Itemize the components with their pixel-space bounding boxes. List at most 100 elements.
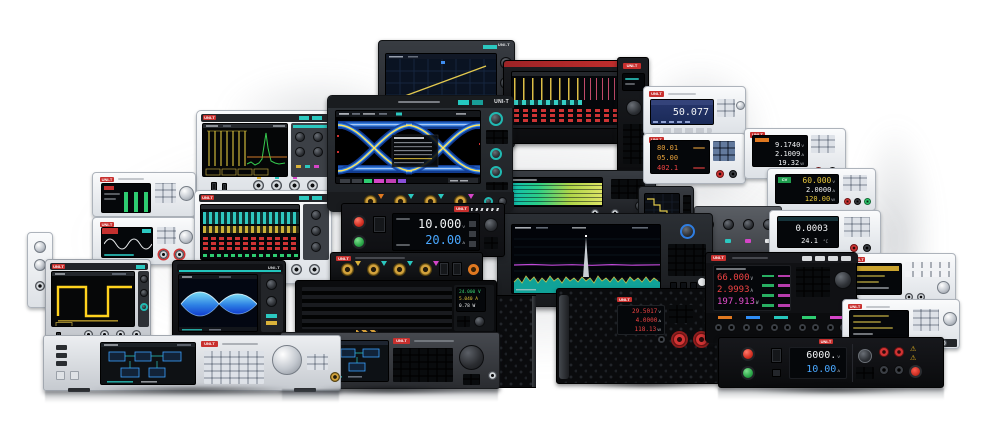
knob	[313, 132, 323, 142]
reading-3: 402.1	[657, 164, 678, 172]
channel-button-teal	[725, 239, 731, 243]
load-display: 24.000 V 5.040 A 0.78 W	[456, 287, 486, 312]
keypad	[669, 305, 693, 323]
channel-arrow-magenta	[468, 194, 474, 199]
brand-logo: UNI-T	[336, 256, 351, 261]
square-button	[56, 371, 65, 380]
button-grid	[623, 124, 645, 164]
terminal-red	[850, 244, 858, 252]
rf-output-bnc	[330, 372, 340, 382]
button-grid	[856, 367, 874, 379]
amps: 10.00	[806, 365, 836, 376]
menu-bar	[512, 72, 621, 76]
output-terminal-black	[854, 198, 861, 205]
main-knob	[179, 230, 193, 244]
top-bezel: UNI-T	[328, 96, 514, 108]
output-jack	[826, 323, 835, 332]
psu-display: 66.000V 2.9993A 197.913W	[713, 265, 791, 311]
instrument-psu-cv: CV 60.000V 2.0000A 120.00W	[767, 168, 876, 211]
yellow-band	[203, 226, 299, 233]
keypad	[713, 141, 735, 161]
amps: 2.9993A	[717, 285, 753, 295]
output-jack	[727, 323, 736, 332]
green-row	[203, 254, 299, 257]
teal-trace	[514, 100, 582, 105]
watts: 197.913W	[717, 297, 758, 307]
text-line	[853, 321, 881, 323]
chassis-honeycomb-side	[496, 295, 536, 388]
control-panel	[291, 123, 329, 177]
channel-arrow-teal	[381, 261, 387, 266]
channel-tick-teal	[774, 316, 788, 319]
brand-logo: UNI-T	[201, 195, 214, 200]
accent-chip	[483, 45, 497, 49]
channel-marker-teal	[275, 177, 279, 179]
reading-1: 80.01	[657, 144, 678, 152]
instrument-eye-diagram-scope: UNI-T	[327, 95, 513, 211]
floor-shadow	[556, 380, 736, 389]
knob	[474, 316, 485, 327]
keypad	[811, 135, 835, 153]
arrow-key-cluster	[463, 374, 480, 385]
brand-logo: UNI-T	[649, 91, 664, 97]
text-line	[855, 275, 885, 277]
volts: 66.000V	[717, 273, 753, 283]
instrument-dmm-dual: UNI-T 80.01 05.00 402.1	[643, 133, 746, 184]
watts: 120.00	[805, 196, 830, 204]
instrument-psu-center: UNI-T 10.000V 20.00A	[341, 203, 505, 257]
volts: 60.000	[802, 177, 831, 186]
generator-screen	[849, 310, 909, 338]
keypad	[796, 267, 830, 297]
knob	[489, 112, 503, 126]
psu-display: CV 60.000V 2.0000A 120.00W	[775, 174, 839, 204]
dmm-display: 80.01 05.00 402.1	[650, 140, 710, 174]
psu-display: 9.1740V 2.1009A 19.32W	[752, 135, 808, 167]
port-block	[56, 353, 67, 358]
accent-bar	[293, 125, 327, 128]
aux-text	[693, 167, 705, 169]
sine-trace	[104, 236, 152, 252]
volts: 10.000	[418, 218, 461, 231]
text-line	[855, 287, 889, 289]
instrument-dmm-main: UNI-T 50.077	[643, 86, 746, 135]
channel-dot-teal	[305, 165, 310, 168]
cv-badge: CV	[778, 177, 791, 183]
model-text	[222, 343, 258, 345]
main-knob	[937, 281, 950, 294]
header-text	[716, 268, 746, 270]
input-terminal-black	[729, 170, 737, 178]
button-grid	[486, 130, 508, 144]
generator-screen	[101, 183, 151, 213]
scanline-overlay	[506, 183, 602, 205]
knob	[140, 303, 148, 311]
ch3-column	[778, 275, 790, 307]
display-header	[778, 217, 839, 221]
text-line	[625, 78, 639, 80]
red-chip	[104, 186, 114, 190]
keypad	[155, 183, 176, 203]
keypad	[717, 99, 735, 117]
menu-key-row	[905, 271, 951, 277]
psu-display: 29.5017V 4.0000A 118.13W	[617, 305, 665, 335]
channel-tick-green	[802, 316, 816, 319]
display-header	[651, 100, 714, 105]
primary-reading: 0.0003	[795, 224, 828, 234]
accent-line	[179, 270, 281, 272]
menu-button	[802, 256, 812, 261]
amps: 2.0000	[806, 187, 831, 195]
output-jack	[798, 323, 807, 332]
watts: 118.13	[635, 327, 657, 333]
pink-trace	[584, 78, 620, 100]
main-knob	[943, 312, 957, 326]
load-volts: 24.000 V	[459, 290, 481, 295]
teal-band	[203, 212, 299, 224]
load-control-section: 24.000 V 5.040 A 0.78 W	[454, 285, 494, 331]
port-block	[56, 345, 67, 350]
button-grid	[484, 237, 498, 249]
instrument-scope-blue-wave: UNI-T	[172, 260, 286, 346]
chevron-decals	[471, 208, 501, 211]
digital-row	[514, 114, 620, 117]
knob	[34, 241, 46, 253]
text-line	[855, 281, 879, 283]
usb-port	[373, 216, 386, 233]
